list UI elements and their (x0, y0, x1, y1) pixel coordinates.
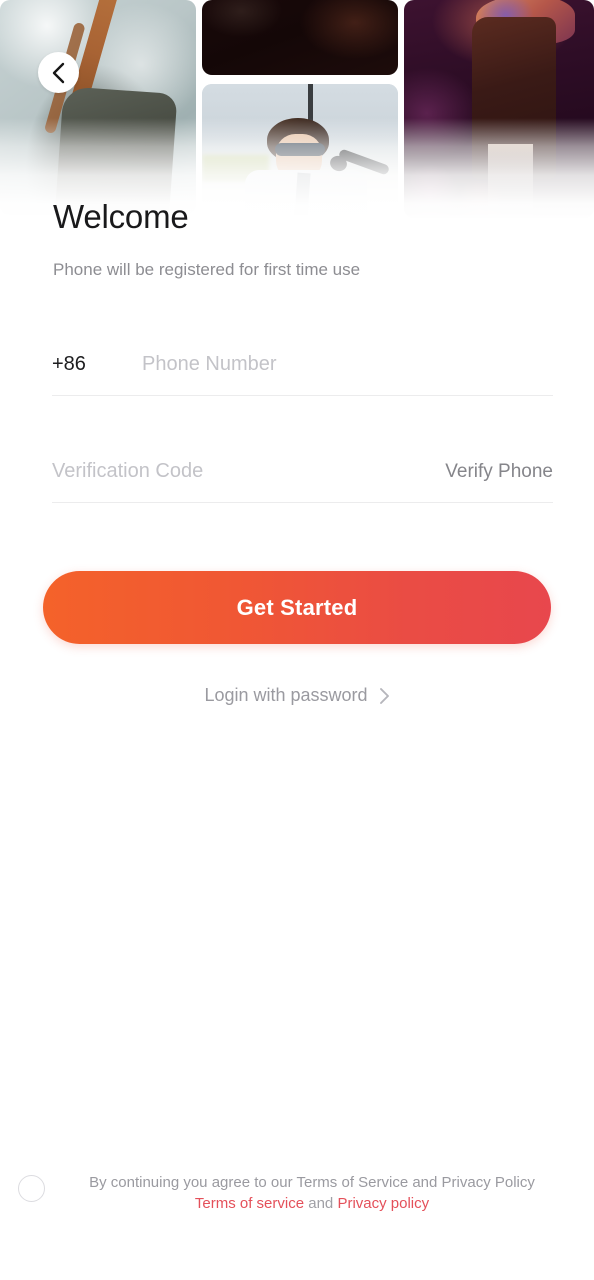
get-started-button[interactable]: Get Started (43, 571, 551, 644)
verify-phone-button[interactable]: Verify Phone (433, 461, 553, 483)
collage-column-left (0, 0, 196, 228)
phone-field-row: +86 (52, 334, 553, 396)
collage-column-middle (202, 0, 398, 228)
verification-code-input[interactable] (52, 460, 434, 483)
singer-sunglasses-photo (202, 84, 398, 215)
page-title: Welcome (53, 198, 189, 235)
collage-grid (0, 0, 594, 228)
terms-of-service-link[interactable]: Terms of service (195, 1195, 304, 1212)
verification-code-field-row: Verify Phone (52, 441, 553, 503)
chevron-left-icon (51, 62, 66, 84)
performer-drummer-photo (0, 0, 196, 215)
agreement-conjunction: and (308, 1195, 334, 1212)
back-button[interactable] (38, 52, 79, 93)
country-code-label[interactable]: +86 (52, 353, 142, 376)
terms-footer: By continuing you agree to our Terms of … (0, 1172, 594, 1215)
collage-column-right (404, 0, 594, 228)
agreement-row: By continuing you agree to our Terms of … (18, 1172, 576, 1215)
registration-form: +86 Verify Phone (52, 334, 553, 503)
hero-image-collage (0, 0, 594, 228)
agreement-primary-text: By continuing you agree to our Terms of … (89, 1174, 535, 1191)
agreement-links-line: Terms of service and Privacy policy (54, 1193, 570, 1215)
chevron-right-icon (379, 687, 390, 705)
privacy-policy-link[interactable]: Privacy policy (337, 1195, 429, 1212)
agreement-text-block: By continuing you agree to our Terms of … (54, 1172, 576, 1215)
welcome-screen: Welcome Phone will be registered for fir… (0, 0, 594, 1280)
login-with-password-label: Login with password (204, 685, 368, 705)
page-subtitle: Phone will be registered for first time … (53, 260, 361, 279)
concert-stage-photo (404, 0, 594, 218)
phone-number-input[interactable] (142, 353, 553, 376)
terms-agreement-checkbox[interactable] (18, 1175, 45, 1202)
dark-stage-photo (202, 0, 398, 75)
login-with-password-link[interactable]: Login with password (0, 685, 594, 706)
